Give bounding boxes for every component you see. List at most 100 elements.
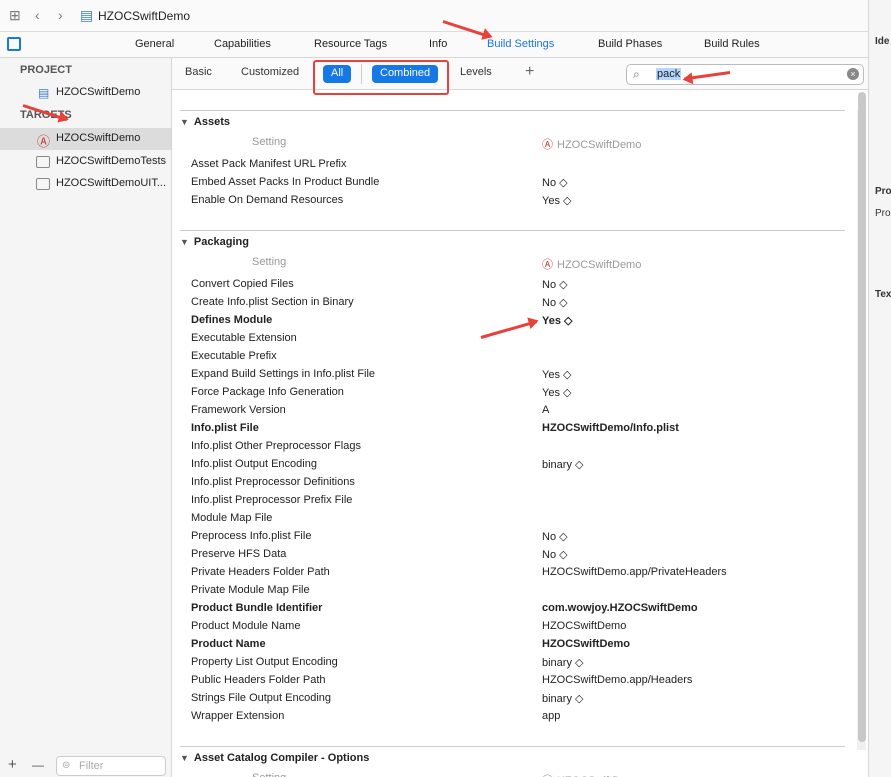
filter-input[interactable]: ⊜ Filter	[56, 756, 166, 776]
setting-value[interactable]: Yes ◇	[542, 194, 571, 207]
setting-name: Embed Asset Packs In Product Bundle	[191, 176, 380, 188]
back-icon[interactable]: ‹	[35, 7, 40, 23]
setting-name: Wrapper Extension	[191, 710, 285, 722]
setting-row[interactable]: Framework Version A	[191, 401, 841, 419]
setting-name: Private Module Map File	[191, 584, 310, 596]
setting-name: Executable Extension	[191, 332, 297, 344]
setting-name: Convert Copied Files	[191, 278, 294, 290]
sidebar-item-uitests[interactable]: HZOCSwiftDemoUIT...	[0, 173, 171, 195]
scrollbar-thumb[interactable]	[858, 92, 866, 742]
setting-row[interactable]: Info.plist Preprocessor Prefix File	[191, 491, 841, 509]
setting-row[interactable]: Enable On Demand Resources Yes ◇	[191, 191, 841, 209]
breadcrumb[interactable]: HZOCSwiftDemo	[98, 9, 190, 23]
setting-row[interactable]: Strings File Output Encoding binary ◇	[191, 689, 841, 707]
setting-name: Product Bundle Identifier	[191, 602, 323, 614]
setting-value[interactable]: HZOCSwiftDemo	[542, 620, 626, 632]
setting-row[interactable]: Property List Output Encoding binary ◇	[191, 653, 841, 671]
setting-name: Expand Build Settings in Info.plist File	[191, 368, 376, 380]
filter-icon: ⊜	[62, 760, 71, 771]
search-input[interactable]: ⌕ pack ×	[626, 64, 864, 85]
setting-row[interactable]: Force Package Info Generation Yes ◇	[191, 383, 841, 401]
setting-row[interactable]: Expand Build Settings in Info.plist File…	[191, 365, 841, 383]
setting-value[interactable]: No ◇	[542, 176, 568, 189]
setting-value[interactable]: No ◇	[542, 530, 568, 543]
setting-row[interactable]: Preprocess Info.plist File No ◇	[191, 527, 841, 545]
setting-row[interactable]: Module Map File	[191, 509, 841, 527]
column-header-target: ⒶHZOCSwiftDemo	[542, 259, 642, 271]
setting-row[interactable]: Convert Copied Files No ◇	[191, 275, 841, 293]
setting-name: Info.plist Other Preprocessor Flags	[191, 440, 361, 452]
levels-button[interactable]: Levels	[460, 66, 492, 84]
setting-value[interactable]: app	[542, 710, 560, 722]
basic-button[interactable]: Basic	[185, 66, 212, 84]
setting-value[interactable]: HZOCSwiftDemo.app/Headers	[542, 674, 692, 686]
sidebar-item-tests[interactable]: HZOCSwiftDemoTests	[0, 151, 171, 173]
section-assets[interactable]: ▼ Assets	[180, 116, 230, 128]
setting-value[interactable]: binary ◇	[542, 458, 583, 471]
setting-row[interactable]: Create Info.plist Section in Binary No ◇	[191, 293, 841, 311]
setting-name: Enable On Demand Resources	[191, 194, 344, 206]
setting-row[interactable]: Product Name HZOCSwiftDemo	[191, 635, 841, 653]
tab-build-phases[interactable]: Build Phases	[598, 38, 662, 50]
sidebar-item-project[interactable]: ▤ HZOCSwiftDemo	[0, 82, 171, 104]
setting-row[interactable]: Public Headers Folder Path HZOCSwiftDemo.…	[191, 671, 841, 689]
add-setting-button[interactable]: +	[525, 63, 534, 81]
setting-row[interactable]: Private Headers Folder Path HZOCSwiftDemo…	[191, 563, 841, 581]
grid-icon[interactable]: ⊞	[9, 7, 21, 24]
remove-target-button[interactable]: —	[32, 758, 44, 772]
setting-name: Preprocess Info.plist File	[191, 530, 312, 542]
tab-capabilities[interactable]: Capabilities	[214, 38, 271, 50]
customized-button[interactable]: Customized	[241, 66, 299, 84]
setting-row[interactable]: Private Module Map File	[191, 581, 841, 599]
setting-row[interactable]: Info.plist Other Preprocessor Flags	[191, 437, 841, 455]
sidebar-item-target[interactable]: Ⓐ HZOCSwiftDemo	[0, 128, 171, 150]
tab-build-settings[interactable]: Build Settings	[487, 38, 554, 50]
tab-resource-tags[interactable]: Resource Tags	[314, 38, 387, 50]
setting-row[interactable]: Preserve HFS Data No ◇	[191, 545, 841, 563]
setting-value[interactable]: binary ◇	[542, 692, 583, 705]
tab-info[interactable]: Info	[429, 38, 447, 50]
section-packaging[interactable]: ▼ Packaging	[180, 236, 249, 248]
inspector-label: Tex	[875, 289, 891, 300]
setting-row[interactable]: Executable Prefix	[191, 347, 841, 365]
section-divider	[180, 110, 845, 111]
setting-value[interactable]: Yes ◇	[542, 314, 572, 327]
inspector-label: Pro	[875, 208, 891, 219]
setting-name: Force Package Info Generation	[191, 386, 344, 398]
setting-row[interactable]: Info.plist Output Encoding binary ◇	[191, 455, 841, 473]
setting-value[interactable]: HZOCSwiftDemo.app/PrivateHeaders	[542, 566, 727, 578]
setting-value[interactable]: com.wowjoy.HZOCSwiftDemo	[542, 602, 698, 614]
setting-row[interactable]: Asset Pack Manifest URL Prefix	[191, 155, 841, 173]
clear-search-icon[interactable]: ×	[847, 68, 859, 80]
setting-value[interactable]: HZOCSwiftDemo/Info.plist	[542, 422, 679, 434]
setting-value[interactable]: HZOCSwiftDemo	[542, 638, 630, 650]
navigator-toggle-icon[interactable]	[7, 37, 21, 51]
setting-name: Private Headers Folder Path	[191, 566, 330, 578]
column-header-target: ⒶHZOCSwiftDemo	[542, 139, 642, 151]
project-header: PROJECT	[20, 64, 72, 76]
setting-value[interactable]: No ◇	[542, 278, 568, 291]
jump-bar: ⊞ ‹ › ▤ HZOCSwiftDemo	[0, 0, 868, 32]
setting-row[interactable]: Product Module Name HZOCSwiftDemo	[191, 617, 841, 635]
setting-row[interactable]: Executable Extension	[191, 329, 841, 347]
setting-row[interactable]: Info.plist Preprocessor Definitions	[191, 473, 841, 491]
setting-row[interactable]: Embed Asset Packs In Product Bundle No ◇	[191, 173, 841, 191]
setting-row[interactable]: Wrapper Extension app	[191, 707, 841, 725]
setting-row[interactable]: Product Bundle Identifier com.wowjoy.HZOC…	[191, 599, 841, 617]
setting-row[interactable]: Info.plist File HZOCSwiftDemo/Info.plist	[191, 419, 841, 437]
setting-value[interactable]: binary ◇	[542, 656, 583, 669]
editor-tab-bar: General Capabilities Resource Tags Info …	[0, 32, 868, 58]
setting-value[interactable]: A	[542, 404, 549, 416]
setting-value[interactable]: No ◇	[542, 296, 568, 309]
tab-general[interactable]: General	[135, 38, 174, 50]
section-asset-catalog[interactable]: ▼ Asset Catalog Compiler - Options	[180, 752, 369, 764]
forward-icon[interactable]: ›	[58, 7, 63, 23]
setting-name: Public Headers Folder Path	[191, 674, 326, 686]
tab-build-rules[interactable]: Build Rules	[704, 38, 760, 50]
setting-value[interactable]: Yes ◇	[542, 386, 571, 399]
add-target-button[interactable]: +	[8, 756, 17, 773]
setting-value[interactable]: No ◇	[542, 548, 568, 561]
setting-name: Info.plist Preprocessor Definitions	[191, 476, 355, 488]
setting-value[interactable]: Yes ◇	[542, 368, 571, 381]
project-file-icon: ▤	[80, 7, 94, 23]
